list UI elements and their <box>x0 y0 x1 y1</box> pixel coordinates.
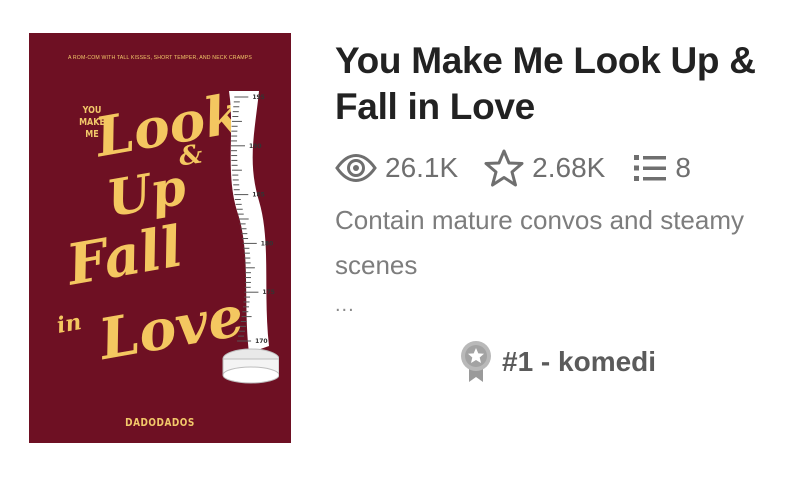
cover-script-in: in <box>54 309 84 339</box>
parts-stat: 8 <box>633 152 691 184</box>
tape-mark-label: 185 <box>252 192 265 199</box>
tape-mark-label: 170 <box>255 338 268 345</box>
cover-tagline: A ROM-COM WITH TALL KISSES, SHORT TEMPER… <box>68 55 252 61</box>
tape-mark-label: 190 <box>249 143 262 150</box>
description-more[interactable]: ... <box>335 294 355 317</box>
tape-mark-label: 180 <box>261 240 274 247</box>
list-icon <box>633 153 667 183</box>
award-badge-icon <box>460 340 492 384</box>
story-title[interactable]: You Make Me Look Up & Fall in Love <box>335 38 800 130</box>
ranking-badge[interactable]: #1 - komedi <box>460 340 656 384</box>
votes-stat: 2.68K <box>484 149 605 187</box>
star-icon <box>484 149 524 187</box>
book-cover[interactable]: A ROM-COM WITH TALL KISSES, SHORT TEMPER… <box>29 33 291 443</box>
measuring-tape-illustration: 195 190 185 180 175 170 <box>222 91 279 384</box>
parts-count: 8 <box>675 152 691 183</box>
ranking-text: #1 - komedi <box>502 346 657 377</box>
tape-mark-label: 195 <box>252 94 265 101</box>
story-description: Contain mature convos and steamy scenes <box>335 205 744 280</box>
cover-script-fall: Fall <box>62 213 188 299</box>
story-stats: 26.1K 2.68K 8 <box>335 148 691 188</box>
votes-count: 2.68K <box>532 152 606 183</box>
story-card[interactable]: A ROM-COM WITH TALL KISSES, SHORT TEMPER… <box>0 0 807 477</box>
views-stat: 26.1K <box>335 152 458 184</box>
tape-mark-label: 175 <box>262 289 275 296</box>
eye-icon <box>335 154 377 182</box>
views-count: 26.1K <box>385 152 459 183</box>
cover-author: DADODADOS <box>125 417 195 429</box>
